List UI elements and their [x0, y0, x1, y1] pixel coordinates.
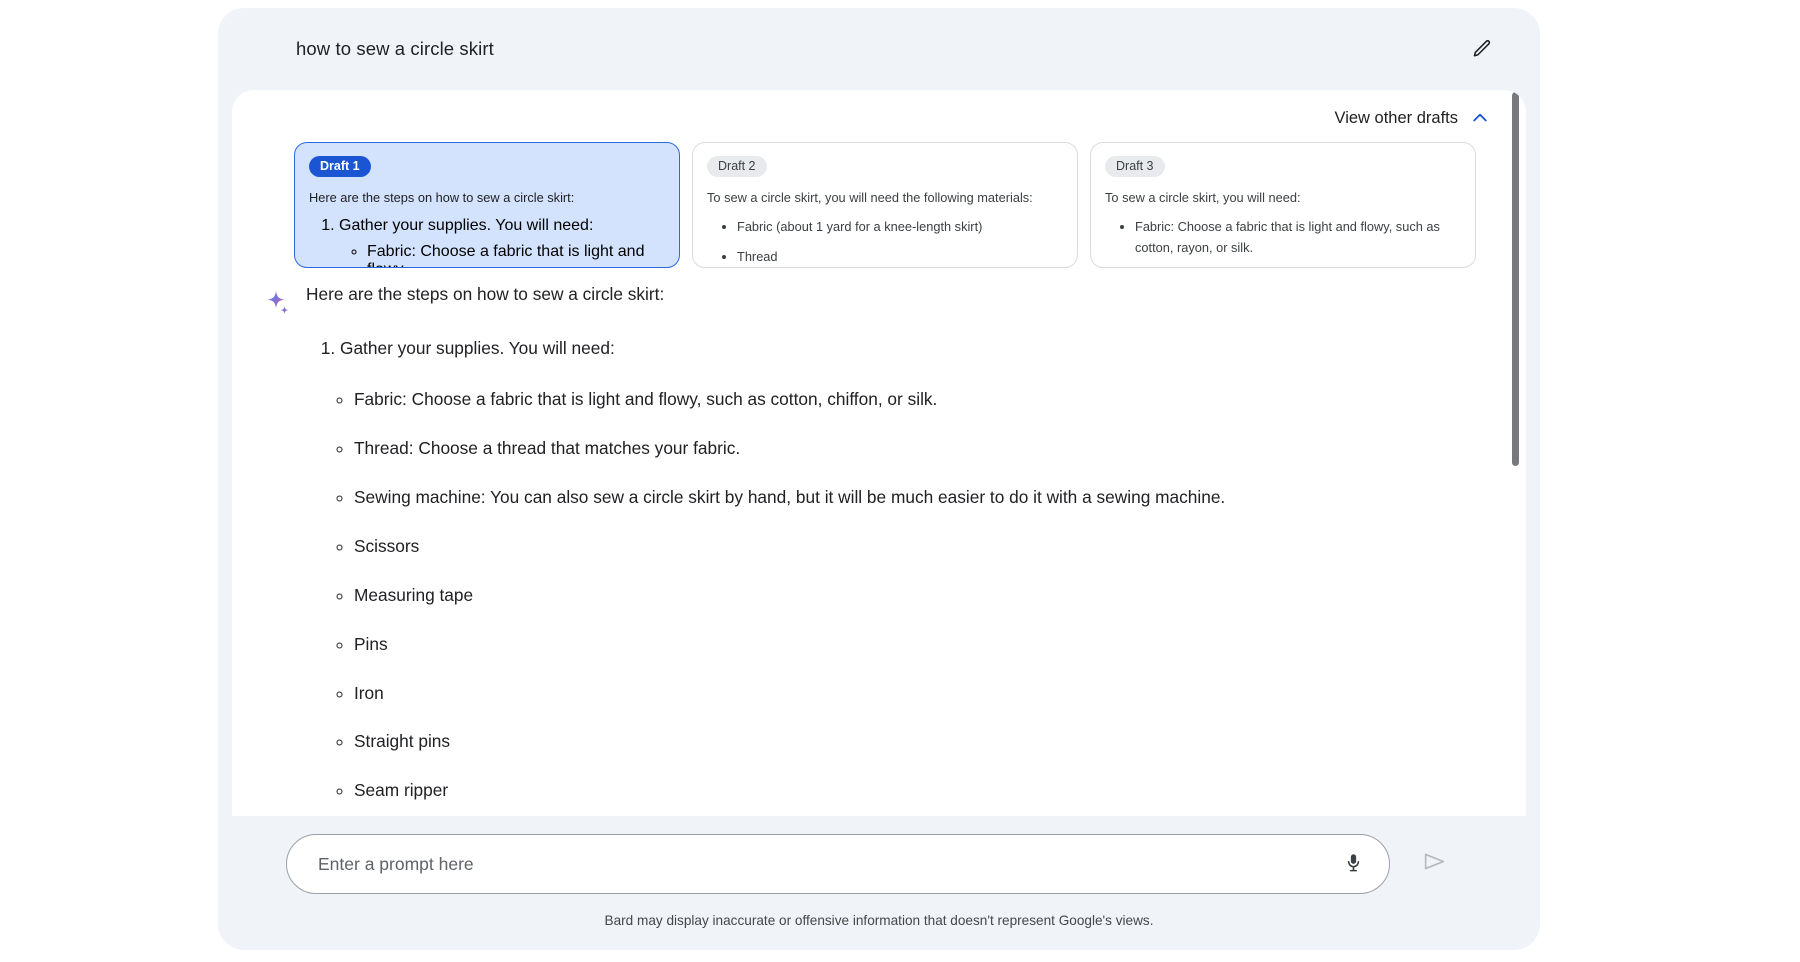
draft-bullet-list-2: Fabric (about 1 yard for a knee-length s…	[707, 217, 1063, 267]
draft-card-2[interactable]: Draft 2 To sew a circle skirt, you will …	[692, 142, 1078, 268]
supply-item: Scissors	[354, 534, 1466, 560]
draft-card-3[interactable]: Draft 3 To sew a circle skirt, you will …	[1090, 142, 1476, 268]
supply-item: Thread: Choose a thread that matches you…	[354, 436, 1466, 462]
answer-steps-list: Gather your supplies. You will need:	[306, 336, 1466, 362]
chevron-up-icon	[1470, 108, 1490, 128]
draft-list-item: Fabric (about 1 yard for a knee-length s…	[737, 217, 1063, 238]
edit-prompt-button[interactable]	[1462, 29, 1502, 69]
answer-supplies-list: Fabric: Choose a fabric that is light an…	[306, 387, 1466, 816]
bard-sparkle-icon	[264, 290, 292, 318]
answer-step-one: Gather your supplies. You will need:	[340, 336, 1466, 362]
supply-item: Pins	[354, 632, 1466, 658]
draft-list-item: Gather your supplies. You will need: Fab…	[339, 217, 665, 268]
composer-row	[218, 834, 1540, 894]
send-button[interactable]	[1412, 842, 1456, 886]
microphone-icon	[1343, 852, 1364, 878]
answer-intro-text: Here are the steps on how to sew a circl…	[306, 282, 1466, 308]
answer-content: Here are the steps on how to sew a circl…	[306, 282, 1526, 816]
supply-item: Iron	[354, 681, 1466, 707]
supply-item: Measuring tape	[354, 583, 1466, 609]
disclaimer-text: Bard may display inaccurate or offensive…	[218, 913, 1540, 928]
prompt-input[interactable]	[287, 854, 1389, 875]
scrollbar-thumb[interactable]	[1512, 92, 1519, 466]
view-other-drafts-toggle[interactable]: View other drafts	[1334, 108, 1490, 128]
draft-intro-1: Here are the steps on how to sew a circl…	[309, 188, 665, 209]
response-scrollbar[interactable]	[1511, 90, 1523, 816]
drafts-row: Draft 1 Here are the steps on how to sew…	[294, 142, 1476, 268]
supply-item: Straight pins	[354, 729, 1466, 755]
supply-item: Seam ripper	[354, 778, 1466, 804]
supply-item: Fabric: Choose a fabric that is light an…	[354, 387, 1466, 413]
draft-badge-2: Draft 2	[707, 156, 767, 177]
send-icon	[1422, 849, 1447, 879]
draft-list-item: Thread	[737, 247, 1063, 268]
draft-ordered-list-1: Gather your supplies. You will need: Fab…	[309, 217, 665, 268]
draft-sub-list: Fabric: Choose a fabric that is light an…	[339, 243, 665, 268]
draft-sub-item: Fabric: Choose a fabric that is light an…	[367, 243, 665, 268]
user-query-text: how to sew a circle skirt	[296, 38, 494, 60]
view-other-drafts-label: View other drafts	[1334, 109, 1458, 128]
draft-bullet-list-3: Fabric: Choose a fabric that is light an…	[1105, 217, 1461, 258]
supply-item: Sewing machine: You can also sew a circl…	[354, 485, 1466, 511]
pencil-icon	[1471, 38, 1493, 60]
draft-badge-3: Draft 3	[1105, 156, 1165, 177]
response-panel: View other drafts Draft 1 Here are the s…	[232, 90, 1526, 816]
draft-badge-1: Draft 1	[309, 156, 371, 177]
answer-block: Here are the steps on how to sew a circl…	[232, 282, 1526, 816]
query-header: how to sew a circle skirt	[218, 8, 1540, 90]
draft-intro-2: To sew a circle skirt, you will need the…	[707, 188, 1063, 209]
draft-intro-3: To sew a circle skirt, you will need:	[1105, 188, 1461, 209]
draft-card-1[interactable]: Draft 1 Here are the steps on how to sew…	[294, 142, 680, 268]
prompt-input-container[interactable]	[286, 834, 1390, 894]
bard-app-window: how to sew a circle skirt View other dra…	[218, 8, 1540, 950]
mic-button[interactable]	[1333, 845, 1373, 885]
draft-step-text: Gather your supplies. You will need:	[339, 217, 593, 234]
draft-list-item: Fabric: Choose a fabric that is light an…	[1135, 217, 1461, 258]
